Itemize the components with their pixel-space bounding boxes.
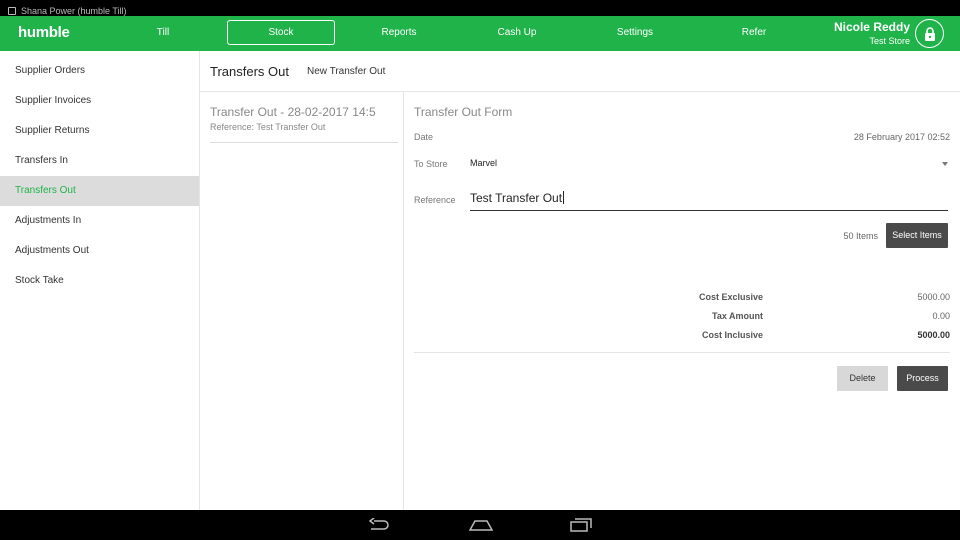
sidebar-item-adjustments-out[interactable]: Adjustments Out [0,236,199,266]
nav-refer[interactable]: Refer [700,20,808,45]
lock-button[interactable] [915,19,944,48]
user-info: Nicole Reddy Test Store [834,20,910,46]
nav-till[interactable]: Till [109,20,217,45]
sidebar: Supplier Orders Supplier Invoices Suppli… [0,51,200,510]
to-store-label: To Store [414,159,448,169]
humble-logo: humble [18,24,70,41]
reference-label: Reference [414,195,456,205]
main-header: Transfers Out New Transfer Out [200,51,960,92]
date-label: Date [414,132,434,142]
to-store-value: Marvel [470,158,498,168]
sidebar-item-transfers-out[interactable]: Transfers Out [0,176,199,206]
status-bar: Shana Power (humble Till) [0,0,960,16]
back-icon[interactable] [368,518,390,532]
nav-cash-up[interactable]: Cash Up [463,20,571,45]
cost-inclusive-value: 5000.00 [917,330,950,340]
list-item-title: Transfer Out - 28-02-2017 14:5 [210,105,376,119]
dropdown-arrow-icon [942,162,948,166]
store-name: Test Store [869,36,910,46]
cost-exclusive-value: 5000.00 [917,292,950,302]
top-nav: humble Till Stock Reports Cash Up Settin… [0,16,960,51]
select-items-button[interactable]: Select Items [886,223,948,248]
app-icon [8,7,16,15]
sidebar-item-supplier-returns[interactable]: Supplier Returns [0,116,199,146]
screen: Shana Power (humble Till) humble Till St… [0,0,960,540]
items-count: 50 Items [843,231,878,241]
list-item-reference: Reference: Test Transfer Out [210,122,326,132]
date-value: 28 February 2017 02:52 [853,132,950,142]
process-button[interactable]: Process [897,366,948,391]
new-transfer-out-button[interactable]: New Transfer Out [307,66,385,77]
tax-amount-value: 0.00 [932,311,950,321]
status-title-text: Shana Power (humble Till) [21,6,127,16]
transfer-out-form: Transfer Out Form Date 28 February 2017 … [414,92,950,510]
to-store-select[interactable]: Marvel [470,158,950,172]
delete-button[interactable]: Delete [837,366,888,391]
nav-reports[interactable]: Reports [345,20,453,45]
reference-value: Test Transfer Out [470,191,563,205]
lock-icon [924,26,935,41]
page-title: Transfers Out [210,64,289,79]
recent-apps-icon[interactable] [570,518,592,532]
sidebar-item-stock-take[interactable]: Stock Take [0,266,199,296]
home-icon[interactable] [469,518,493,532]
transfer-list: Transfer Out - 28-02-2017 14:5 Reference… [200,92,404,510]
user-name: Nicole Reddy [833,20,910,34]
status-title: Shana Power (humble Till) [8,6,127,16]
nav-stock[interactable]: Stock [227,20,335,45]
sidebar-item-transfers-in[interactable]: Transfers In [0,146,199,176]
form-title: Transfer Out Form [414,105,513,119]
tax-amount-label: Tax Amount [712,311,763,321]
sidebar-item-supplier-invoices[interactable]: Supplier Invoices [0,86,199,116]
nav-settings[interactable]: Settings [581,20,689,45]
sidebar-item-supplier-orders[interactable]: Supplier Orders [0,56,199,86]
list-item[interactable]: Transfer Out - 28-02-2017 14:5 Reference… [210,105,398,143]
android-nav-bar [0,510,960,540]
sidebar-item-adjustments-in[interactable]: Adjustments In [0,206,199,236]
main-panel: Transfers Out New Transfer Out Transfer … [200,51,960,510]
cost-exclusive-label: Cost Exclusive [698,292,763,302]
divider [414,352,950,353]
cost-inclusive-label: Cost Inclusive [701,330,763,340]
reference-input[interactable]: Test Transfer Out [470,191,948,211]
text-caret [563,191,565,204]
